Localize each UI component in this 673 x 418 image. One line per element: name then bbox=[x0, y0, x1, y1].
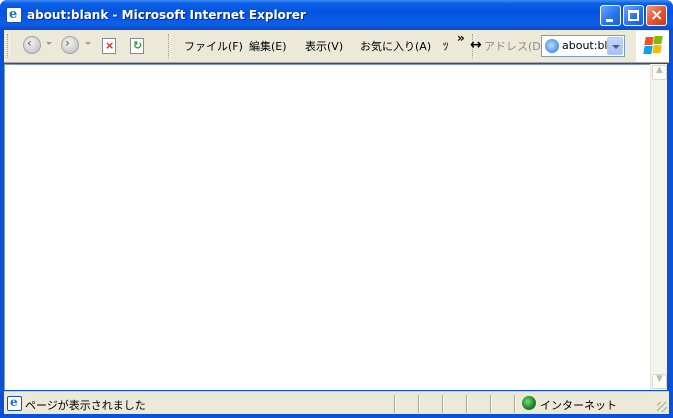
menu-chevron-icon[interactable]: » bbox=[457, 31, 465, 45]
toolbar: ‹ › × ↻ ファイル(F) 編集(E) 表示(V) お気に入り(A) ﾂ »… bbox=[4, 30, 669, 63]
ie-window: e about:blank - Microsoft Internet Explo… bbox=[0, 0, 673, 418]
toolbar-grip[interactable] bbox=[7, 34, 10, 58]
forward-dropdown-icon[interactable] bbox=[85, 42, 91, 45]
scroll-up-button[interactable]: ▲ bbox=[652, 65, 667, 80]
close-icon: × bbox=[650, 5, 664, 24]
status-divider bbox=[514, 395, 516, 413]
done-page-icon: e bbox=[7, 395, 22, 411]
address-bar[interactable] bbox=[541, 35, 625, 57]
window-title: about:blank - Microsoft Internet Explore… bbox=[27, 8, 306, 22]
windows-logo-icon bbox=[636, 31, 669, 62]
menu-file[interactable]: ファイル(F) bbox=[184, 38, 243, 54]
back-arrow-icon: ‹ bbox=[27, 36, 32, 50]
page-icon bbox=[545, 39, 559, 53]
menu-edit[interactable]: 編集(E) bbox=[249, 38, 287, 54]
maximize-icon bbox=[628, 10, 639, 21]
maximize-button[interactable] bbox=[623, 5, 644, 26]
resize-grip-icon[interactable] bbox=[657, 402, 667, 412]
scroll-down-button[interactable]: ▼ bbox=[652, 374, 667, 389]
status-divider bbox=[442, 395, 444, 413]
status-divider bbox=[490, 395, 492, 413]
status-divider bbox=[466, 395, 468, 413]
ie-app-icon[interactable]: e bbox=[6, 7, 22, 23]
address-label: アドレス(D) bbox=[484, 40, 546, 53]
address-input[interactable] bbox=[562, 39, 608, 52]
status-divider bbox=[394, 395, 396, 413]
title-bar[interactable]: e about:blank - Microsoft Internet Explo… bbox=[0, 0, 673, 30]
status-text: ページが表示されました bbox=[25, 399, 146, 412]
back-dropdown-icon[interactable] bbox=[46, 42, 52, 45]
address-dropdown-icon[interactable] bbox=[607, 37, 623, 55]
stop-icon: × bbox=[105, 39, 115, 52]
menu-favorites[interactable]: お気に入り(A) bbox=[360, 38, 431, 54]
status-bar: e ページが表示されました インターネット bbox=[4, 391, 669, 414]
resize-cursor-icon: ↔ bbox=[470, 37, 482, 53]
menu-view[interactable]: 表示(V) bbox=[305, 38, 343, 54]
refresh-icon: ↻ bbox=[133, 39, 143, 52]
forward-arrow-icon: › bbox=[65, 36, 70, 50]
refresh-button[interactable]: ↻ bbox=[130, 38, 144, 54]
minimize-icon bbox=[606, 19, 613, 22]
vertical-scrollbar[interactable]: ▲ ▼ bbox=[650, 64, 667, 390]
forward-button[interactable]: › bbox=[61, 36, 79, 54]
zone-text: インターネット bbox=[540, 399, 617, 412]
menu-grip[interactable] bbox=[168, 34, 171, 58]
scroll-down-icon: ▼ bbox=[656, 374, 663, 384]
close-button[interactable]: × bbox=[646, 5, 667, 26]
stop-button[interactable]: × bbox=[102, 38, 116, 54]
internet-zone-icon bbox=[522, 396, 536, 410]
menu-truncated[interactable]: ﾂ bbox=[443, 38, 449, 54]
page-content[interactable] bbox=[4, 64, 650, 390]
back-button[interactable]: ‹ bbox=[23, 36, 41, 54]
scroll-up-icon: ▲ bbox=[656, 65, 663, 75]
minimize-button[interactable] bbox=[600, 5, 621, 26]
status-divider bbox=[418, 395, 420, 413]
